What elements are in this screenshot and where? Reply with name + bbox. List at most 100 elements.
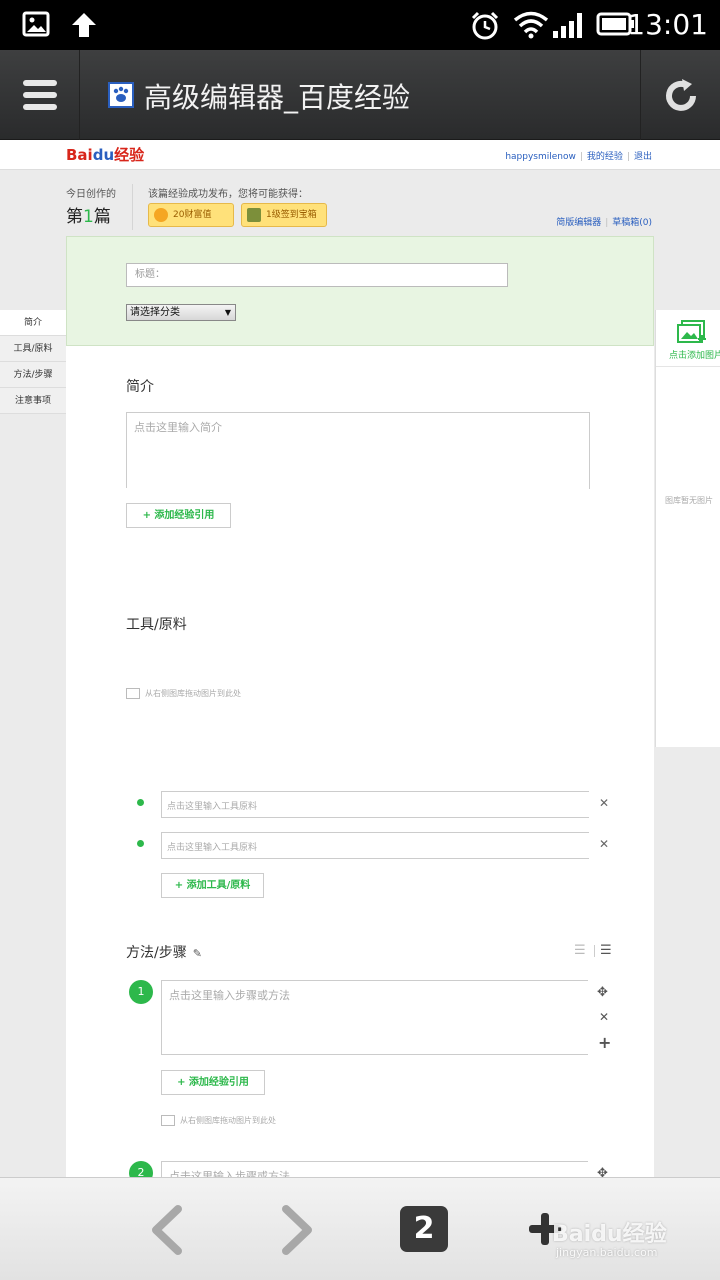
tab-count-button[interactable]: 2 [400,1206,448,1252]
logo-part-du: du [92,146,115,164]
count-suffix: 篇 [93,207,111,227]
step-input-1[interactable]: 点击这里输入步骤或方法 [161,980,588,1055]
count-prefix: 第 [66,207,83,227]
nav-item-notes[interactable]: 注意事项 [0,388,66,414]
browser-toolbar: 高级编辑器_百度经验 [0,50,720,140]
nav-item-intro[interactable]: 简介 [0,310,66,336]
intro-input-border [589,413,590,489]
new-tab-plus-icon-v [541,1213,549,1245]
baidu-jingyan-logo[interactable]: Baidu经验 [66,144,144,165]
step-placeholder: 点击这里输入步骤或方法 [169,989,290,1002]
alarm-icon [471,11,499,40]
forward-arrow-icon[interactable] [280,1205,316,1255]
treasure-badge-label: 1级签到宝箱 [266,210,317,220]
image-gallery-panel: 点击添加图片 图库暂无图片 [655,310,720,747]
section-nav: 简介 工具/原料 方法/步骤 注意事项 [0,310,66,414]
nav-item-tools[interactable]: 工具/原料 [0,336,66,362]
reload-icon [666,79,696,111]
add-image-icon [677,320,706,343]
reload-button[interactable] [640,50,720,140]
tool-input-2[interactable]: 点击这里输入工具原料 [161,832,589,859]
back-arrow-icon[interactable] [148,1205,184,1255]
watermark-url: jingyan.baidu.com [556,1246,658,1259]
add-image-label: 点击添加图片 [669,351,720,361]
wifi-icon [513,11,549,39]
remove-tool-close-icon[interactable]: ✕ [599,796,609,810]
title-input[interactable]: 标题： [126,263,508,287]
today-created-label: 今日创作的 [66,189,116,200]
intro-add-ref-button[interactable]: + 添加经验引用 [126,503,231,528]
user-links: happysmilenow | 我的经验 | 退出 [505,152,652,162]
baidu-jingyan-watermark: Baidu经验 [552,1222,667,1247]
divider [132,184,133,230]
reward-label: 该篇经验成功发布，您将可能获得： [148,189,308,200]
step-placeholder: 点击这里输入步骤或方法 [169,1170,290,1177]
move-step-icon[interactable]: ✥ [597,985,608,1000]
editor-links: 简版编辑器 | 草稿箱(0) [556,218,652,228]
menu-button[interactable] [0,50,80,140]
tool-placeholder: 点击这里输入工具原料 [167,802,258,812]
title-area: 标题： 请选择分类 ▼ [66,236,654,346]
step-number-badge: 1 [129,980,153,1004]
add-step-plus-icon[interactable]: + [598,1033,611,1052]
tool-bullet [137,799,144,806]
count-number: 1 [83,207,94,227]
intro-input[interactable]: 点击这里输入简介 [126,412,590,489]
list-view-icon[interactable]: ☰ [600,943,612,958]
page-title: 高级编辑器_百度经验 [144,81,411,114]
intro-drag-hint-text: 从右侧图库拖动图片到此处 [145,689,241,698]
category-select-label: 请选择分类 [130,307,180,318]
hamburger-icon-line [23,92,57,98]
view-divider [594,945,595,957]
wealth-badge-label: 20财富值 [173,210,212,220]
category-select[interactable]: 请选择分类 ▼ [126,304,236,321]
intro-placeholder: 点击这里输入简介 [134,421,222,434]
web-page: Baidu经验 happysmilenow | 我的经验 | 退出 今日创作的 第1篇 … [0,140,720,1177]
username-link[interactable]: happysmilenow [505,152,576,162]
signal-icon [553,13,582,38]
drafts-link[interactable]: 草稿箱(0) [612,218,652,228]
logout-link[interactable]: 退出 [634,152,652,162]
edit-pencil-icon[interactable]: ✎ [193,947,202,960]
tool-input-1[interactable]: 点击这里输入工具原料 [161,791,589,818]
my-experience-link[interactable]: 我的经验 [587,152,623,162]
wealth-badge: 20财富值 [148,203,234,227]
image-notification-icon [22,11,50,37]
steps-heading: 方法/步骤 ✎ [126,942,202,962]
step-drag-hint-text: 从右侧图库拖动图片到此处 [180,1116,276,1125]
step-drag-hint: 从右侧图库拖动图片到此处 [161,1115,276,1126]
move-step-icon[interactable]: ✥ [597,1166,608,1177]
add-image-button[interactable]: 点击添加图片 [656,310,720,367]
steps-heading-text: 方法/步骤 [126,945,187,961]
logo-part-jingyan: 经验 [114,146,145,164]
status-bar: 13:01 [0,0,720,50]
treasure-box-icon [247,208,261,222]
coin-icon [154,208,168,222]
image-placeholder-icon [126,688,140,699]
step-input-2[interactable]: 点击这里输入步骤或方法 [161,1161,588,1177]
baidu-paw-favicon-icon [108,82,134,108]
remove-tool-close-icon[interactable]: ✕ [599,837,609,851]
logo-part-bai: Bai [66,146,93,164]
gallery-empty-text: 图库暂无图片 [665,496,713,505]
step-add-ref-button[interactable]: + 添加经验引用 [161,1070,265,1095]
simple-editor-link[interactable]: 简版编辑器 [556,218,601,228]
tool-bullet [137,840,144,847]
step-number-badge: 2 [129,1161,153,1177]
intro-heading: 简介 [126,379,154,395]
title-placeholder: 标题： [135,269,165,280]
numbered-list-view-icon[interactable]: ☰ [574,943,586,958]
clock: 13:01 [627,8,708,41]
upload-arrow-icon [72,13,96,37]
image-placeholder-icon [161,1115,175,1126]
intro-drag-hint: 从右侧图库拖动图片到此处 [126,688,241,699]
hamburger-icon-line [23,104,57,110]
dropdown-arrow-icon: ▼ [224,308,231,317]
remove-step-close-icon[interactable]: ✕ [599,1010,609,1024]
tools-heading: 工具/原料 [126,617,187,633]
nav-item-steps[interactable]: 方法/步骤 [0,362,66,388]
tool-placeholder: 点击这里输入工具原料 [167,843,258,853]
add-tool-button[interactable]: + 添加工具/原料 [161,873,264,898]
browser-bottom-bar: 2 Baidu经验 jingyan.baidu.com [0,1177,720,1280]
editor-content: 简介 点击这里输入简介 + 添加经验引用 工具/原料 从右侧图库拖动图片到此处点… [66,346,654,1177]
